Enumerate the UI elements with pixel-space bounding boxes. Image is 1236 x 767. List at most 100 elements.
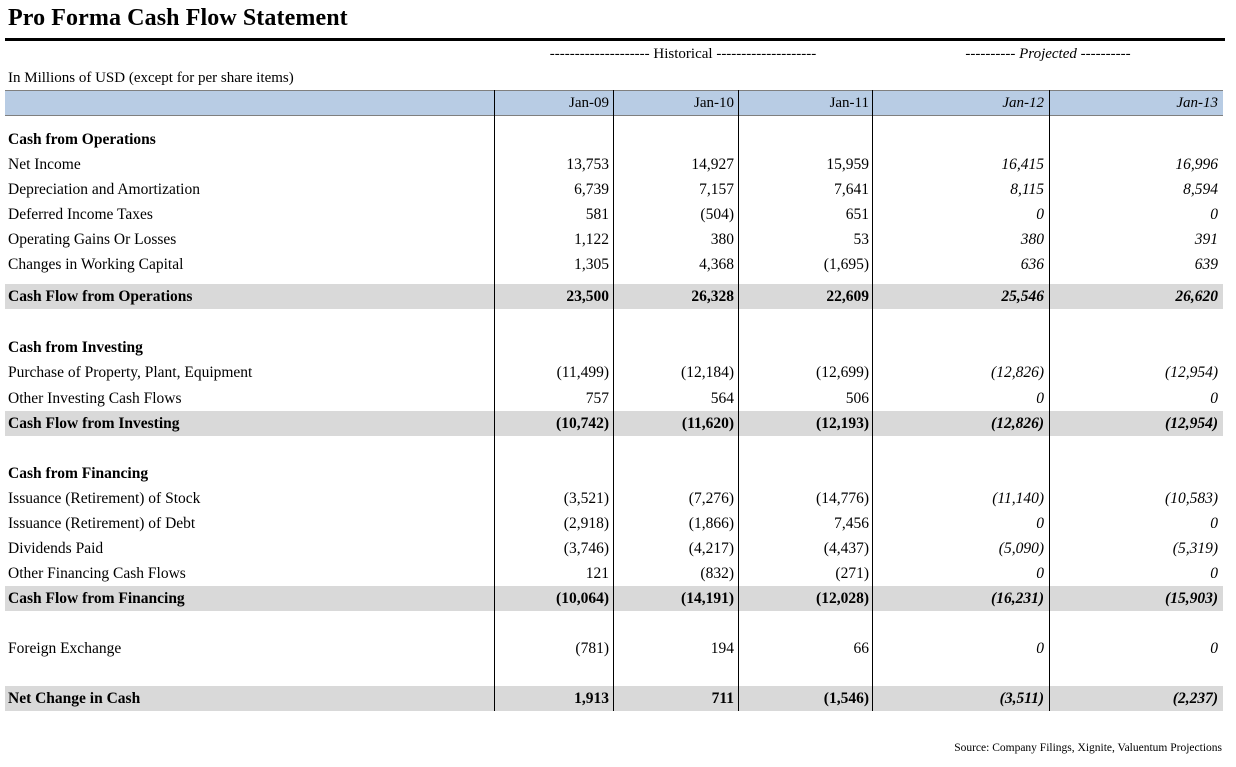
title-rule [5, 38, 1225, 41]
cell-jan-13: (5,319) [1172, 540, 1218, 557]
row-label: Cash Flow from Investing [8, 415, 180, 432]
cell-jan-12: (11,140) [992, 490, 1044, 507]
cell-jan-09: 757 [585, 390, 609, 407]
cell-jan-11: (4,437) [823, 540, 869, 557]
cell-jan-13: 0 [1210, 515, 1218, 532]
cell-jan-10: (832) [700, 565, 734, 582]
row-label: Cash from Investing [8, 339, 143, 356]
historical-group-label: -------------------- Historical --------… [549, 46, 817, 62]
column-divider [494, 90, 495, 711]
section-heading-row: Cash from Financing [5, 461, 1223, 486]
cell-jan-12: 0 [1036, 206, 1044, 223]
cell-jan-12: 0 [1036, 515, 1044, 532]
cell-jan-12: 636 [1020, 256, 1044, 273]
cell-jan-09: 121 [585, 565, 609, 582]
cell-jan-10: 7,157 [699, 181, 734, 198]
cell-jan-10: 4,368 [699, 256, 734, 273]
row-label: Purchase of Property, Plant, Equipment [8, 364, 253, 381]
cell-jan-13: 0 [1210, 390, 1218, 407]
column-divider [613, 90, 614, 711]
cell-jan-09: 1,913 [574, 690, 609, 707]
row-label: Net Income [8, 156, 81, 173]
cell-jan-11: 22,609 [826, 288, 869, 305]
cell-jan-13: 639 [1194, 256, 1218, 273]
cell-jan-11: (12,193) [816, 415, 869, 432]
table-row: Depreciation and Amortization 6,739 7,157 7… [5, 177, 1223, 202]
cell-jan-12: (16,231) [991, 590, 1044, 607]
cell-jan-13: (10,583) [1165, 490, 1218, 507]
table-row: Deferred Income Taxes 581 (504) 651 0 0 [5, 202, 1223, 227]
cell-jan-12: (5,090) [998, 540, 1044, 557]
table-row: Purchase of Property, Plant, Equipment (1… [5, 360, 1223, 385]
cell-jan-12: 8,115 [1010, 181, 1044, 198]
total-row: Cash Flow from Operations 23,500 26,328 22,… [5, 284, 1223, 309]
cell-jan-10: (14,191) [681, 590, 734, 607]
source-note: Source: Company Filings, Xignite, Valuen… [954, 742, 1222, 754]
cell-jan-11: (1,546) [823, 690, 869, 707]
row-label: Cash from Financing [8, 465, 149, 482]
cell-jan-11: 7,456 [834, 515, 869, 532]
cell-jan-11: (1,695) [823, 256, 869, 273]
row-label: Other Investing Cash Flows [8, 390, 182, 407]
cell-jan-13: (2,237) [1172, 690, 1218, 707]
cell-jan-09: (781) [575, 640, 609, 657]
cell-jan-10: (12,184) [681, 364, 734, 381]
column-header-jan-10: Jan-10 [694, 95, 734, 111]
cell-jan-10: (11,620) [681, 415, 734, 432]
cell-jan-13: (12,954) [1165, 415, 1218, 432]
cell-jan-12: (3,511) [999, 690, 1044, 707]
cell-jan-13: 26,620 [1175, 288, 1218, 305]
cell-jan-13: 8,594 [1183, 181, 1218, 198]
cell-jan-09: (11,499) [556, 364, 609, 381]
row-label: Cash from Operations [8, 131, 156, 148]
row-label: Deferred Income Taxes [8, 206, 153, 223]
cell-jan-10: 14,927 [691, 156, 734, 173]
row-label: Cash Flow from Operations [8, 288, 193, 305]
cell-jan-11: 53 [853, 231, 870, 248]
table-row: Issuance (Retirement) of Debt (2,918) (1,8… [5, 511, 1223, 536]
units-note: In Millions of USD (except for per share… [8, 70, 294, 86]
table-row: Net Income 13,753 14,927 15,959 16,415 16,996 [5, 152, 1223, 177]
cell-jan-09: (3,746) [563, 540, 609, 557]
section-heading-row: Cash from Investing [5, 335, 1223, 360]
cell-jan-09: (2,918) [563, 515, 609, 532]
cell-jan-09: (10,064) [556, 590, 609, 607]
table-row: Other Financing Cash Flows 121 (832) (271) 0… [5, 561, 1223, 586]
total-row: Net Change in Cash 1,913 711 (1,546) (3,511)… [5, 686, 1223, 711]
cell-jan-10: 380 [710, 231, 734, 248]
column-header-jan-13: Jan-13 [1176, 95, 1218, 111]
cell-jan-11: (12,028) [816, 590, 869, 607]
cell-jan-13: (15,903) [1165, 590, 1218, 607]
cell-jan-11: 7,641 [834, 181, 869, 198]
cell-jan-10: 26,328 [691, 288, 734, 305]
cell-jan-12: (12,826) [991, 415, 1044, 432]
cell-jan-11: (12,699) [816, 364, 869, 381]
cell-jan-09: 1,122 [574, 231, 609, 248]
table-row: Changes in Working Capital 1,305 4,368 (1,6… [5, 252, 1223, 277]
row-label: Foreign Exchange [8, 640, 122, 657]
cell-jan-09: (10,742) [556, 415, 609, 432]
cell-jan-11: 66 [853, 640, 870, 657]
cell-jan-10: 194 [710, 640, 734, 657]
cell-jan-10: (4,217) [688, 540, 734, 557]
row-label: Cash Flow from Financing [8, 590, 185, 607]
table-row: Issuance (Retirement) of Stock (3,521) (7,… [5, 486, 1223, 511]
page-title: Pro Forma Cash Flow Statement [8, 5, 348, 31]
cell-jan-09: (3,521) [563, 490, 609, 507]
cell-jan-10: 564 [710, 390, 734, 407]
row-label: Other Financing Cash Flows [8, 565, 186, 582]
cell-jan-13: 0 [1210, 565, 1218, 582]
column-divider [1049, 90, 1050, 711]
cell-jan-13: 16,996 [1175, 156, 1218, 173]
cell-jan-10: (7,276) [688, 490, 734, 507]
table-row: Dividends Paid (3,746) (4,217) (4,437) (5,09… [5, 536, 1223, 561]
cell-jan-12: 0 [1036, 565, 1044, 582]
column-divider [738, 90, 739, 711]
cell-jan-12: 16,415 [1001, 156, 1044, 173]
cell-jan-13: 0 [1210, 640, 1218, 657]
table-row: Foreign Exchange (781) 194 66 0 0 [5, 636, 1223, 661]
cell-jan-11: (271) [835, 565, 869, 582]
cell-jan-09: 13,753 [566, 156, 609, 173]
column-header-jan-11: Jan-11 [829, 95, 869, 111]
cell-jan-13: (12,954) [1165, 364, 1218, 381]
